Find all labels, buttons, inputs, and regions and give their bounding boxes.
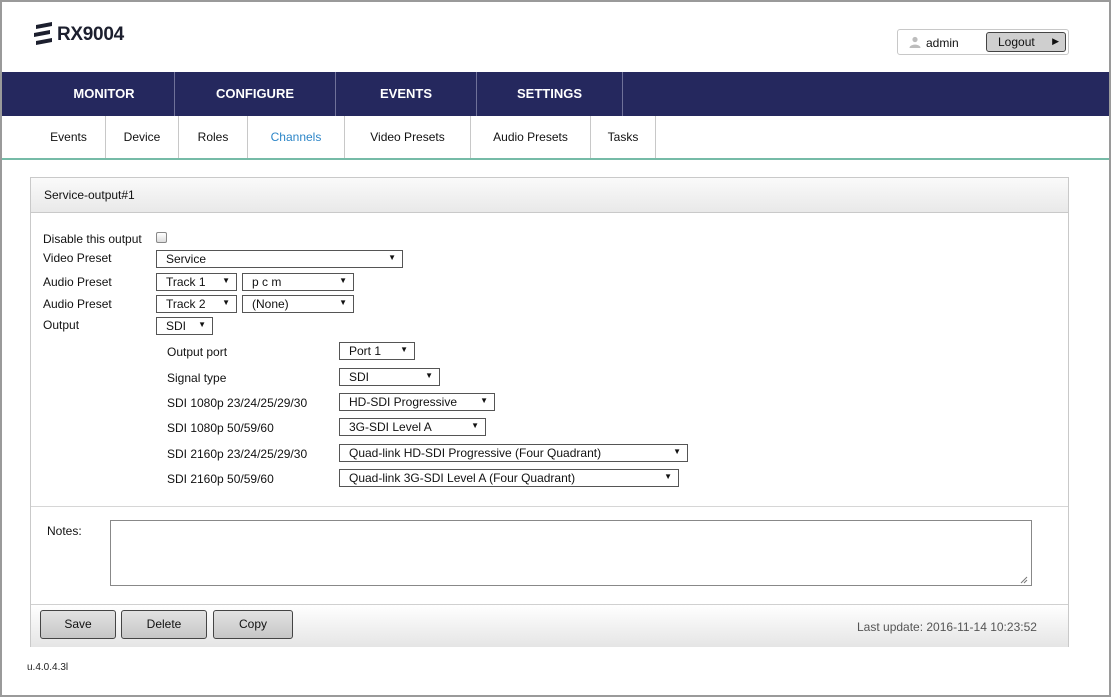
nav-monitor[interactable]: MONITOR	[34, 72, 175, 116]
sdi-1080p-high-label: SDI 1080p 50/59/60	[167, 421, 274, 435]
notes-label: Notes:	[47, 524, 82, 538]
dropdown-arrow-icon: ▼	[673, 447, 681, 456]
audio-preset-2-select[interactable]: (None) ▼	[242, 295, 354, 313]
output-port-select[interactable]: Port 1 ▼	[339, 342, 415, 360]
audio-preset-1-label: Audio Preset	[43, 275, 112, 289]
caret-right-icon: ▶	[1052, 36, 1059, 46]
dropdown-arrow-icon: ▼	[222, 298, 230, 307]
dropdown-arrow-icon: ▼	[339, 276, 347, 285]
audio-preset-1-select[interactable]: p c m ▼	[242, 273, 354, 291]
divider	[31, 506, 1068, 507]
tab-video-presets[interactable]: Video Presets	[345, 116, 471, 158]
tab-channels[interactable]: Channels	[248, 116, 345, 158]
dropdown-arrow-icon: ▼	[388, 253, 396, 262]
dropdown-arrow-icon: ▼	[664, 472, 672, 481]
tab-events[interactable]: Events	[32, 116, 106, 158]
audio-preset-2-label: Audio Preset	[43, 297, 112, 311]
copy-button[interactable]: Copy	[213, 610, 293, 639]
audio-track-2-select[interactable]: Track 2 ▼	[156, 295, 237, 313]
video-preset-label: Video Preset	[43, 251, 112, 265]
output-select[interactable]: SDI ▼	[156, 317, 213, 335]
tab-tasks[interactable]: Tasks	[591, 116, 656, 158]
sdi-1080p-high-select[interactable]: 3G-SDI Level A ▼	[339, 418, 486, 436]
dropdown-arrow-icon: ▼	[480, 396, 488, 405]
video-preset-select[interactable]: Service ▼	[156, 250, 403, 268]
nav-events[interactable]: EVENTS	[336, 72, 477, 116]
notes-textarea[interactable]	[110, 520, 1032, 586]
disable-output-label: Disable this output	[43, 232, 142, 246]
ericsson-logo-icon	[34, 22, 52, 45]
sdi-1080p-low-label: SDI 1080p 23/24/25/29/30	[167, 396, 308, 410]
sub-nav: Events Device Roles Channels Video Prese…	[2, 116, 1109, 160]
dropdown-arrow-icon: ▼	[471, 421, 479, 430]
logo: RX9004	[33, 22, 124, 46]
username: admin	[926, 36, 959, 50]
tab-audio-presets[interactable]: Audio Presets	[471, 116, 591, 158]
sdi-1080p-low-select[interactable]: HD-SDI Progressive ▼	[339, 393, 495, 411]
dropdown-arrow-icon: ▼	[198, 320, 206, 329]
audio-track-1-select[interactable]: Track 1 ▼	[156, 273, 237, 291]
dropdown-arrow-icon: ▼	[400, 345, 408, 354]
output-label: Output	[43, 318, 80, 332]
panel-header: Service-output#1	[31, 178, 1068, 213]
disable-output-checkbox[interactable]	[156, 232, 167, 243]
user-icon	[909, 36, 921, 48]
sdi-2160p-low-select[interactable]: Quad-link HD-SDI Progressive (Four Quadr…	[339, 444, 688, 462]
product-name: RX9004	[57, 24, 124, 45]
dropdown-arrow-icon: ▼	[339, 298, 347, 307]
tab-device[interactable]: Device	[106, 116, 179, 158]
sdi-2160p-high-label: SDI 2160p 50/59/60	[167, 472, 274, 486]
panel-title: Service-output#1	[44, 188, 135, 202]
output-port-label: Output port	[167, 345, 228, 359]
signal-type-select[interactable]: SDI ▼	[339, 368, 440, 386]
signal-type-label: Signal type	[167, 371, 227, 385]
dropdown-arrow-icon: ▼	[222, 276, 230, 285]
delete-button[interactable]: Delete	[121, 610, 207, 639]
dropdown-arrow-icon: ▼	[425, 371, 433, 380]
sdi-2160p-high-select[interactable]: Quad-link 3G-SDI Level A (Four Quadrant)…	[339, 469, 679, 487]
nav-configure[interactable]: CONFIGURE	[175, 72, 336, 116]
version-text: u.4.0.4.3l	[27, 662, 69, 673]
main-nav: MONITOR CONFIGURE EVENTS SETTINGS	[2, 72, 1109, 116]
sdi-2160p-low-label: SDI 2160p 23/24/25/29/30	[167, 447, 308, 461]
resize-handle-icon[interactable]	[1020, 576, 1028, 584]
nav-settings[interactable]: SETTINGS	[477, 72, 623, 116]
logout-button[interactable]: Logout ▶	[986, 32, 1066, 52]
last-update-text: Last update: 2016-11-14 10:23:52	[857, 620, 1037, 634]
save-button[interactable]: Save	[40, 610, 116, 639]
tab-roles[interactable]: Roles	[179, 116, 248, 158]
user-box: admin Logout ▶	[897, 29, 1069, 55]
